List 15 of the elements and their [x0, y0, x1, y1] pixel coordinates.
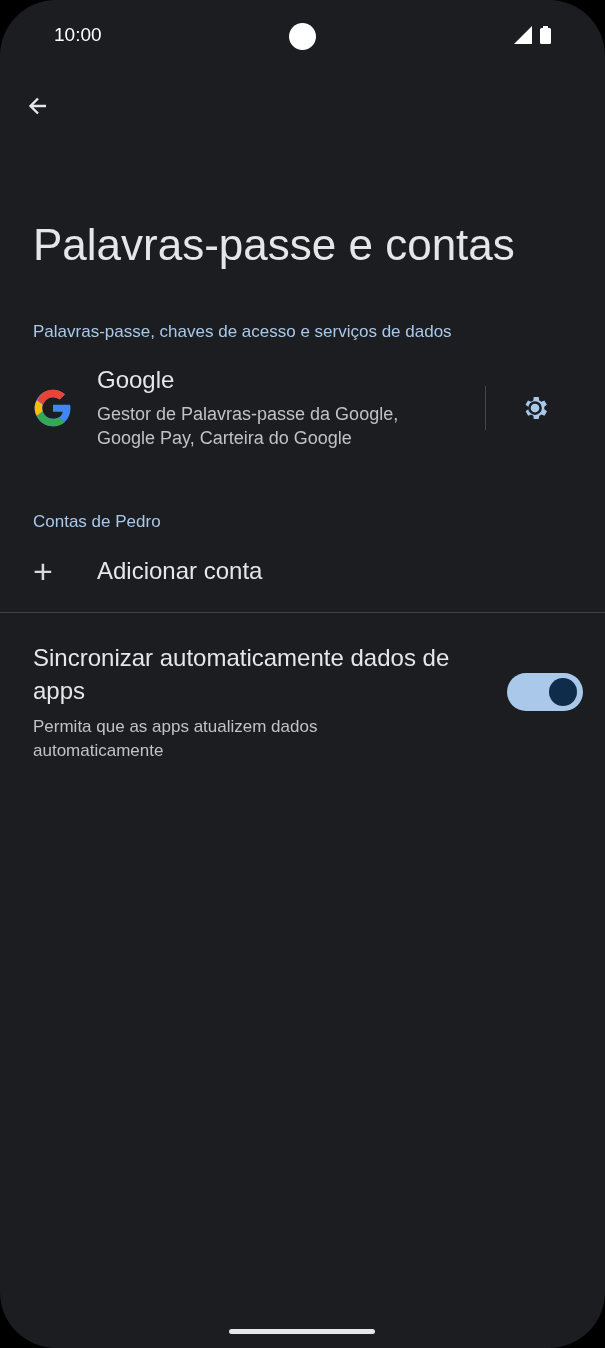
- setting-description: Permita que as apps atualizem dados automaticamente: [33, 716, 319, 762]
- section-header: Contas de Pedro: [33, 512, 162, 532]
- battery-icon: [540, 26, 551, 44]
- add-icon: +: [33, 554, 63, 588]
- setting-title: Sincronizar automaticamente dados de apps: [33, 643, 451, 706]
- google-logo-icon: [33, 388, 73, 428]
- page-title: Palavras-passe e contas: [33, 219, 516, 271]
- signal-icon: [514, 26, 532, 44]
- toggle-switch[interactable]: [507, 673, 583, 711]
- service-name[interactable]: Google: [97, 366, 485, 394]
- camera-cutout: [289, 23, 316, 50]
- service-description: Gestor de Palavras-passe da Google, Google Pay, Carteira do Google: [97, 403, 400, 450]
- section-header: Palavras-passe, chaves de acesso e serviços de dados: [33, 322, 453, 342]
- add-account-item[interactable]: Adicionar conta: [97, 557, 263, 585]
- status-time: 10:00: [54, 24, 102, 46]
